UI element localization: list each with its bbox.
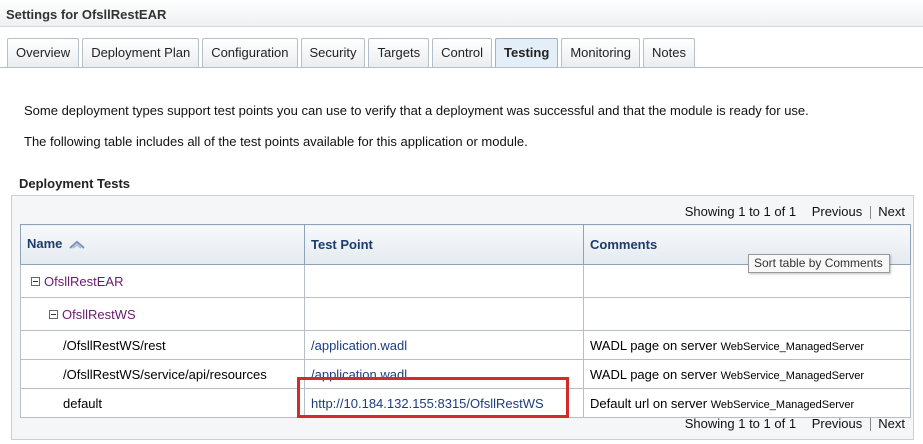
intro-text-1: Some deployment types support test point… (24, 103, 809, 118)
comments-text: Default url on server (590, 395, 708, 411)
tree-node-cell: OfsllRestWS (20, 297, 305, 331)
column-header-name[interactable]: Name (20, 224, 305, 265)
intro-text-2: The following table includes all of the … (24, 134, 528, 149)
tab-targets[interactable]: Targets (368, 38, 430, 67)
test-point-cell (304, 264, 584, 298)
pager-top: Showing 1 to 1 of 1 Previous Next (684, 204, 905, 220)
page-title: Settings for OfsllRestEAR (6, 7, 167, 22)
server-name: WebService_ManagedServer (720, 369, 865, 382)
name-cell: /OfsllRestWS/rest (20, 330, 305, 360)
test-point-cell: /application.wadl (304, 359, 584, 389)
comments-cell: Default url on server WebService_Managed… (583, 388, 911, 418)
next-link[interactable]: Next (878, 204, 905, 219)
comments-cell: WADL page on server WebService_ManagedSe… (583, 359, 911, 389)
test-point-cell (304, 297, 584, 331)
server-name: WebService_ManagedServer (710, 398, 855, 411)
comments-cell: WADL page on server WebService_ManagedSe… (583, 330, 911, 360)
comments-cell (583, 297, 911, 331)
name-cell: /OfsllRestWS/service/api/resources (20, 359, 305, 389)
next-link[interactable]: Next (878, 416, 905, 431)
tab-bar: Overview Deployment Plan Configuration S… (7, 38, 698, 68)
test-point-link[interactable]: /application.wadl (311, 367, 407, 382)
column-header-name-label: Name (27, 236, 63, 252)
table-row: default http://10.184.132.155:8315/Ofsll… (20, 388, 911, 418)
tab-testing[interactable]: Testing (495, 38, 559, 68)
tab-monitoring[interactable]: Monitoring (561, 38, 641, 67)
pager-showing: Showing 1 to 1 of 1 (684, 204, 797, 219)
tab-configuration[interactable]: Configuration (202, 38, 298, 67)
test-point-cell: /application.wadl (304, 330, 584, 360)
tab-notes[interactable]: Notes (643, 38, 695, 67)
title-bar: Settings for OfsllRestEAR (0, 0, 923, 27)
previous-link[interactable]: Previous (812, 204, 863, 219)
tab-control[interactable]: Control (432, 38, 493, 67)
test-point-link[interactable]: http://10.184.132.155:8315/OfsllRestWS (311, 396, 544, 411)
section-title: Deployment Tests (19, 176, 131, 191)
table-row: /OfsllRestWS/rest /application.wadl WADL… (20, 330, 911, 360)
collapse-icon[interactable] (31, 276, 40, 286)
comments-text: WADL page on server (590, 337, 717, 353)
pager-showing: Showing 1 to 1 of 1 (684, 416, 797, 431)
tab-overview[interactable]: Overview (7, 38, 80, 67)
server-name: WebService_ManagedServer (720, 340, 865, 353)
pager-bottom: Showing 1 to 1 of 1 Previous Next (684, 416, 905, 432)
tab-divider (0, 67, 923, 68)
tree-node-cell: OfsllRestEAR (20, 264, 305, 298)
table-row: /OfsllRestWS/service/api/resources /appl… (20, 359, 911, 389)
tab-deployment-plan[interactable]: Deployment Plan (82, 38, 200, 67)
comments-text: WADL page on server (590, 366, 717, 382)
collapse-icon[interactable] (49, 309, 58, 319)
column-header-test-point[interactable]: Test Point (304, 224, 584, 265)
sort-ascending-icon[interactable] (69, 238, 85, 253)
test-point-link[interactable]: /application.wadl (311, 338, 407, 353)
name-cell: default (20, 388, 305, 418)
sort-tooltip: Sort table by Comments (748, 254, 890, 273)
previous-link[interactable]: Previous (812, 416, 863, 431)
test-point-cell: http://10.184.132.155:8315/OfsllRestWS (304, 388, 584, 418)
tree-node-label[interactable]: OfsllRestWS (62, 307, 136, 322)
pager-separator (870, 418, 872, 432)
table-row: OfsllRestWS (20, 297, 911, 331)
tab-security[interactable]: Security (300, 38, 366, 67)
pager-separator (870, 206, 872, 220)
tree-node-label[interactable]: OfsllRestEAR (44, 274, 123, 289)
